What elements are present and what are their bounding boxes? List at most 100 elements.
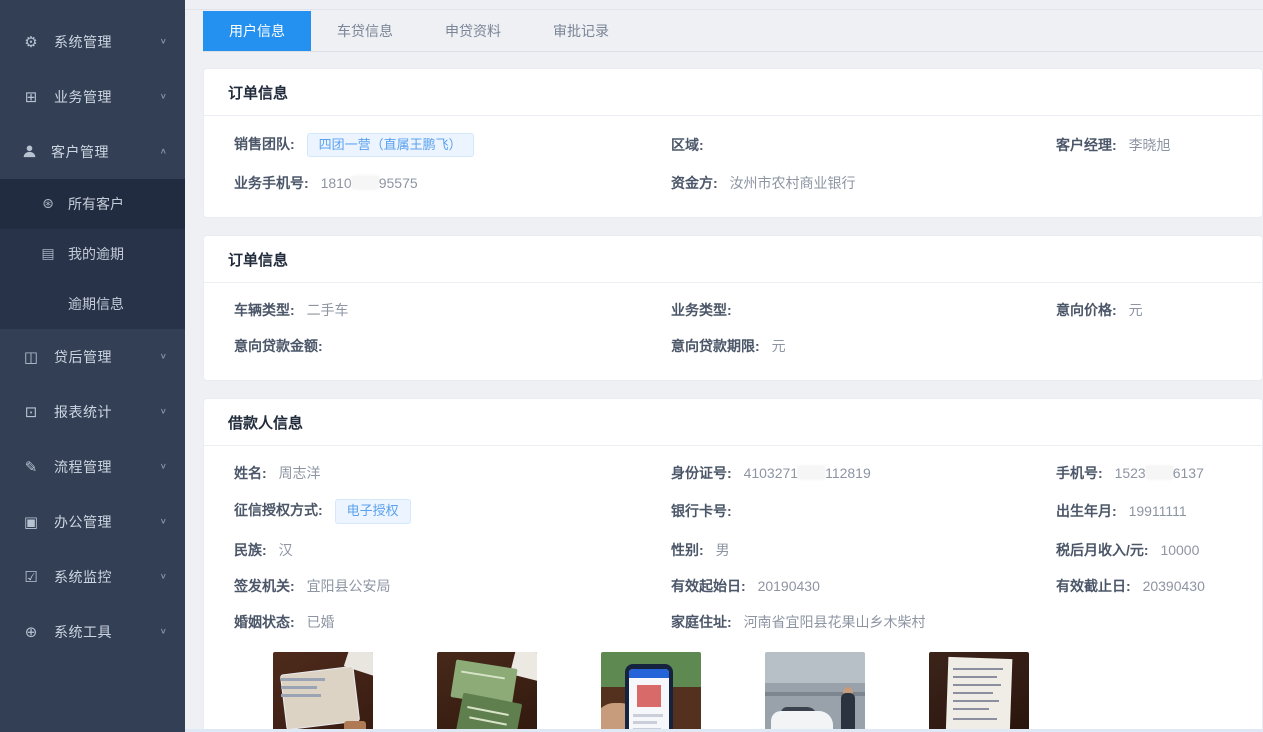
sidebar-item-my-overdue[interactable]: ▤ 我的逾期 xyxy=(0,229,185,279)
chevron-down-icon: ∨ xyxy=(160,37,167,46)
detail-tabbar: 用户信息 车贷信息 申贷资料 审批记录 xyxy=(203,11,1263,52)
field-label: 意向价格: xyxy=(1056,302,1117,318)
field-value: 1810 xyxy=(321,175,352,191)
wheel-icon: ⊛ xyxy=(40,196,56,212)
field-account-manager: 客户经理: 李晓旭 xyxy=(1056,135,1238,155)
field-label: 有效起始日: xyxy=(671,578,746,594)
field-region: 区域: xyxy=(671,135,1056,155)
field-value: 元 xyxy=(1129,302,1143,318)
detail-content: 订单信息 销售团队: 四团一营（直属王鹏飞） 区域: 客户经理: xyxy=(185,52,1263,732)
field-id-number: 身份证号: 4103271 112819 xyxy=(671,463,1056,483)
field-value: 1523 xyxy=(1115,465,1146,481)
chevron-up-icon: ∧ xyxy=(160,147,167,156)
borrower-photo-row: 个人照 驾驶证正副页 xyxy=(234,640,1238,732)
sales-team-tag: 四团一营（直属王鹏飞） xyxy=(307,133,474,157)
sidebar-item-all-customers[interactable]: ⊛ 所有客户 xyxy=(0,179,185,229)
sidebar-item-label: 系统管理 xyxy=(54,32,160,52)
field-name: 姓名: 周志洋 xyxy=(234,463,671,483)
field-value: 20190430 xyxy=(758,578,820,594)
field-value: 95575 xyxy=(379,175,418,191)
book-icon: ◫ xyxy=(22,348,40,366)
field-label: 性别: xyxy=(671,542,704,558)
toolbox-icon: ⊕ xyxy=(22,623,40,641)
field-issuing-authority: 签发机关: 宜阳县公安局 xyxy=(234,576,671,596)
credit-auth-tag: 电子授权 xyxy=(335,499,411,523)
top-header-strip xyxy=(185,0,1263,10)
photo-person-with-car[interactable]: 人车合影 xyxy=(765,652,865,732)
field-label: 民族: xyxy=(234,542,267,558)
field-label: 税后月收入/元: xyxy=(1056,542,1149,558)
user-icon xyxy=(22,144,37,159)
photo-phone-qr[interactable]: 授权信息 xyxy=(601,652,701,732)
sidebar-item-label: 所有客户 xyxy=(68,194,124,214)
sidebar-item-business-management[interactable]: ⊞ 业务管理 ∨ xyxy=(0,69,185,124)
field-bank-card: 银行卡号: xyxy=(671,501,1056,521)
document-photo[interactable] xyxy=(929,652,1029,732)
field-intent-price: 意向价格: 元 xyxy=(1056,300,1238,320)
green-booklet-photo[interactable] xyxy=(437,652,537,732)
field-label: 银行卡号: xyxy=(671,503,732,519)
sidebar-item-label: 系统工具 xyxy=(54,622,160,642)
tab-loan-application-docs[interactable]: 申贷资料 xyxy=(419,11,527,51)
field-label: 姓名: xyxy=(234,465,267,481)
field-funder: 资金方: 汝州市农村商业银行 xyxy=(671,173,1056,193)
field-label: 销售团队: xyxy=(234,136,295,152)
photo-id-card[interactable]: 个人照 xyxy=(273,652,373,732)
field-value: 男 xyxy=(716,542,730,558)
field-monthly-income: 税后月收入/元: 10000 xyxy=(1056,540,1238,560)
tab-user-info[interactable]: 用户信息 xyxy=(203,11,311,51)
car-person-photo[interactable] xyxy=(765,652,865,732)
edit-doc-icon: ✎ xyxy=(22,458,40,476)
tab-approval-records[interactable]: 审批记录 xyxy=(527,11,635,51)
redaction-box xyxy=(1146,466,1173,479)
sidebar-item-report-statistics[interactable]: ⊡ 报表统计 ∨ xyxy=(0,384,185,439)
field-value: 10000 xyxy=(1160,542,1199,558)
chevron-down-icon: ∨ xyxy=(160,572,167,581)
sidebar: ⚙ 系统管理 ∨ ⊞ 业务管理 ∨ 客户管理 ∧ ⊛ 所有客户 ▤ 我的逾期 xyxy=(0,0,185,732)
field-loan-amount: 意向贷款金额: xyxy=(234,336,671,356)
field-value: 112819 xyxy=(825,465,871,481)
notebook-icon: ▤ xyxy=(40,246,56,262)
sidebar-item-system-management[interactable]: ⚙ 系统管理 ∨ xyxy=(0,14,185,69)
field-label: 业务手机号: xyxy=(234,175,309,191)
photo-handwritten-doc[interactable]: 其他材料 xyxy=(929,652,1029,732)
field-label: 手机号: xyxy=(1056,465,1103,481)
field-label: 区域: xyxy=(671,137,704,153)
field-birth-date: 出生年月: 19911111 xyxy=(1056,501,1238,521)
sidebar-item-process-management[interactable]: ✎ 流程管理 ∨ xyxy=(0,439,185,494)
field-value: 4103271 xyxy=(744,465,799,481)
sidebar-item-customer-management[interactable]: 客户管理 ∧ xyxy=(0,124,185,179)
sidebar-item-office-management[interactable]: ▣ 办公管理 ∨ xyxy=(0,494,185,549)
phone-qr-photo[interactable] xyxy=(601,652,701,732)
sidebar-item-system-monitor[interactable]: ☑ 系统监控 ∨ xyxy=(0,549,185,604)
field-mobile: 手机号: 15236137 xyxy=(1056,463,1238,483)
field-label: 签发机关: xyxy=(234,578,295,594)
field-value: 20390430 xyxy=(1143,578,1205,594)
field-label: 有效截止日: xyxy=(1056,578,1131,594)
field-value: 李晓旭 xyxy=(1129,137,1171,153)
field-value: 元 xyxy=(772,338,786,354)
field-label: 出生年月: xyxy=(1056,503,1117,519)
sidebar-item-label: 逾期信息 xyxy=(68,294,124,314)
field-value: 19911111 xyxy=(1129,503,1187,519)
chevron-down-icon: ∨ xyxy=(160,462,167,471)
chevron-down-icon: ∨ xyxy=(160,352,167,361)
chevron-down-icon: ∨ xyxy=(160,627,167,636)
sidebar-item-system-tools[interactable]: ⊕ 系统工具 ∨ xyxy=(0,604,185,659)
card-title: 借款人信息 xyxy=(204,399,1262,446)
sidebar-item-label: 业务管理 xyxy=(54,87,160,107)
sidebar-item-label: 系统监控 xyxy=(54,567,160,587)
field-label: 身份证号: xyxy=(671,465,732,481)
sidebar-item-label: 贷后管理 xyxy=(54,347,160,367)
photo-license-booklet[interactable]: 驾驶证正副页 xyxy=(437,652,537,732)
redaction-box xyxy=(352,176,379,189)
chevron-down-icon: ∨ xyxy=(160,517,167,526)
field-label: 资金方: xyxy=(671,175,718,191)
field-value: 周志洋 xyxy=(279,465,321,481)
field-label: 家庭住址: xyxy=(671,614,732,630)
field-label: 车辆类型: xyxy=(234,302,295,318)
tab-car-loan-info[interactable]: 车贷信息 xyxy=(311,11,419,51)
id-card-photo[interactable] xyxy=(273,652,373,732)
sidebar-item-overdue-info[interactable]: 逾期信息 xyxy=(0,279,185,329)
sidebar-item-postloan-management[interactable]: ◫ 贷后管理 ∨ xyxy=(0,329,185,384)
